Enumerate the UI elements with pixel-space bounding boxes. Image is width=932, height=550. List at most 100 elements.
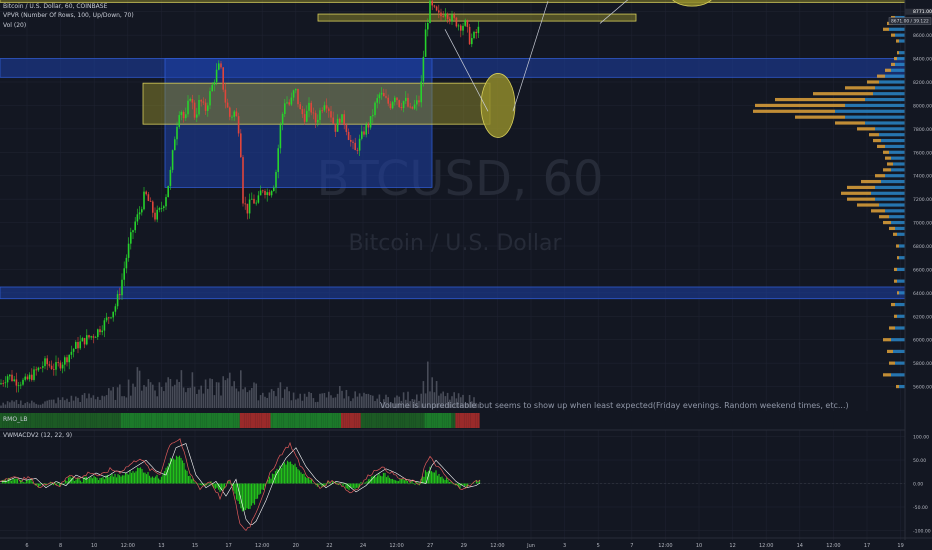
price-tick-label: 5600.00 [913, 385, 932, 391]
vp-bar-down [871, 209, 885, 213]
rmo-bar [473, 413, 476, 428]
volume-bar [281, 397, 284, 408]
macd-hist-bar [81, 482, 83, 484]
volume-bar [149, 382, 152, 408]
candle-body [424, 29, 427, 57]
rmo-bar [255, 413, 258, 428]
vp-bar-up [885, 144, 905, 149]
volume-bar [297, 398, 299, 408]
rmo-bar [268, 413, 271, 428]
rmo-bar [327, 413, 330, 428]
macd-hist-bar [18, 482, 20, 484]
macd-hist-bar [336, 482, 338, 484]
volume-bar [240, 370, 242, 408]
candle-body [66, 357, 68, 363]
volume-bar [339, 385, 341, 408]
macd-hist-bar [432, 472, 434, 484]
macd-hist-bar [73, 480, 76, 484]
chart-canvas[interactable]: BTCUSD, 60Bitcoin / U.S. Dollar5600.0058… [0, 0, 932, 550]
time-tick-label: 12:00 [490, 543, 504, 549]
vp-bar-down [753, 109, 835, 113]
candle-body [244, 203, 246, 205]
macd-hist-bar [115, 477, 118, 484]
rmo-bar [407, 413, 410, 428]
candle-body [290, 97, 293, 105]
vp-bar-up [873, 92, 905, 96]
macd-hist-bar [270, 478, 272, 484]
volume-bar [37, 404, 40, 408]
vp-bar-up [835, 109, 905, 113]
vp-bar-down [847, 185, 875, 190]
rmo-bar [299, 413, 302, 428]
rmo-bar [233, 413, 236, 428]
rmo-bar [44, 413, 47, 428]
volume-bar [141, 390, 143, 408]
rmo-bar [376, 413, 379, 428]
macd-hist-bar [271, 473, 274, 484]
macd-hist-bar [52, 483, 55, 486]
candle-body [391, 102, 394, 109]
candle-body [317, 119, 319, 123]
vp-bar-up [879, 80, 905, 84]
candle-body [374, 102, 376, 116]
candle-body [70, 351, 73, 355]
rmo-bar [158, 413, 161, 428]
rmo-bar [325, 413, 328, 428]
volume-bar [46, 400, 48, 408]
macd-hist-bar [309, 479, 311, 484]
rmo-bar [275, 413, 278, 428]
volume-bar [57, 397, 59, 408]
volume-bar [275, 396, 277, 408]
candle-body [387, 97, 389, 104]
volume-bar [22, 404, 24, 408]
macd-hist-bar [465, 483, 467, 487]
macd-hist-bar [28, 479, 31, 484]
macd-hist-bar [199, 483, 202, 485]
crosshair-badge-label: 8671.00 / 39.122 [891, 19, 929, 25]
candle-body [121, 279, 123, 296]
vp-bar-down [887, 349, 893, 354]
candle-body [132, 230, 134, 233]
volume-bar [290, 400, 293, 408]
volume-bar [198, 389, 200, 408]
volume-bar [26, 401, 29, 408]
volume-bar [116, 387, 119, 408]
rmo-bar [154, 413, 157, 428]
candle-body [224, 89, 227, 103]
rmo-bar [321, 413, 324, 428]
macd-hist-bar [180, 457, 182, 484]
price-tick-label: 7200.00 [913, 197, 932, 203]
candle-body [473, 31, 475, 39]
macd-hist-bar [433, 472, 436, 484]
rmo-bar [468, 413, 471, 428]
rmo-bar [294, 413, 297, 428]
macd-hist-bar [412, 483, 415, 485]
volume-bar [215, 382, 218, 408]
volume-bar [345, 389, 348, 408]
rmo-bar [257, 413, 260, 428]
vp-bar-down [883, 27, 889, 31]
macd-hist-bar [96, 477, 98, 484]
volume-bar [156, 396, 158, 408]
volume-bar [6, 401, 9, 408]
rmo-bar [272, 413, 275, 428]
macd-hist-bar [102, 476, 104, 484]
rmo-bar [187, 413, 190, 428]
rmo-bar [378, 413, 381, 428]
macd-hist-bar [22, 482, 25, 484]
vp-bar-up [899, 51, 905, 55]
macd-hist-bar [94, 477, 97, 484]
candle-body [264, 190, 266, 196]
candle-body [336, 118, 339, 132]
volume-bar [202, 393, 205, 408]
macd-hist-bar [292, 465, 295, 484]
volume-bar [319, 393, 321, 408]
vp-bar-up [895, 326, 905, 330]
time-tick-label: 12 [729, 543, 735, 549]
candle-body [411, 106, 414, 109]
macd-hist-bar [108, 477, 110, 484]
candle-body [257, 195, 260, 203]
vp-bar-up [865, 121, 905, 125]
volume-bar [235, 388, 238, 408]
macd-tick-label: -100.00 [913, 528, 931, 534]
